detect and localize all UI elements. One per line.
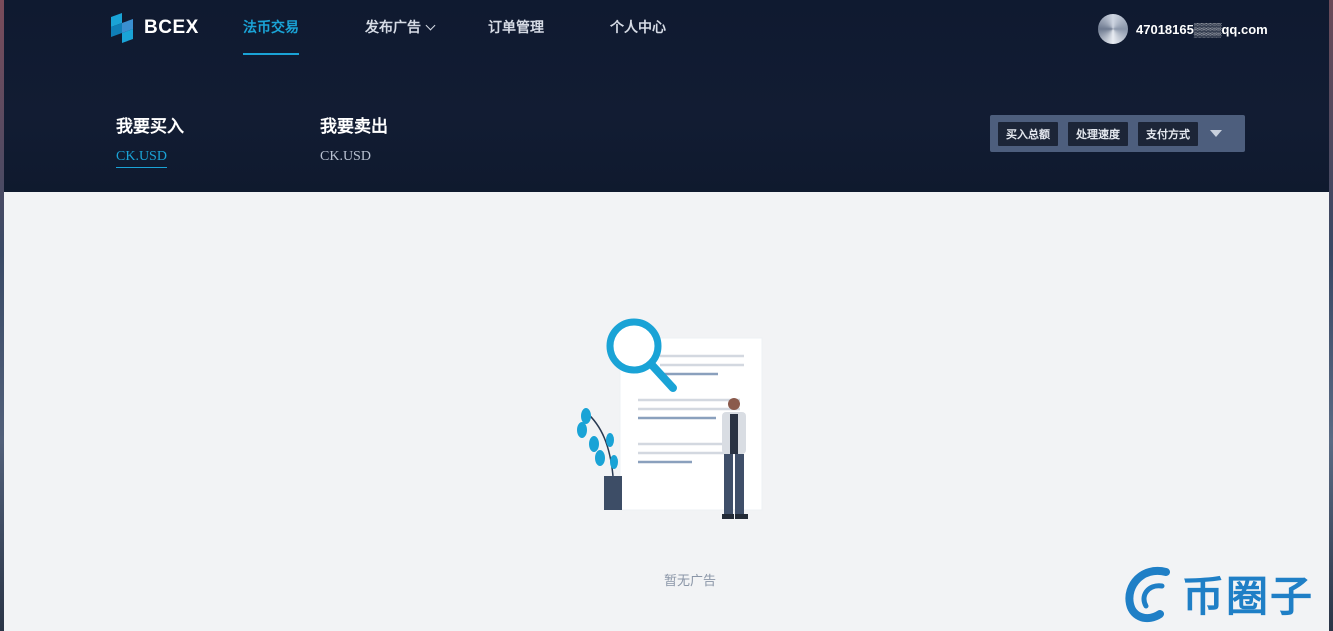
nav-item-post-ad-label: 发布广告 <box>365 19 421 35</box>
filter-bar: 买入总额 处理速度 支付方式 <box>990 115 1245 152</box>
top-nav: BCEX 法币交易 发布广告 订单管理 个人中心 47018165▒▒▒qq.c… <box>4 0 1329 56</box>
filter-processing-speed[interactable]: 处理速度 <box>1068 121 1128 146</box>
brand-logo[interactable]: BCEX <box>108 13 199 43</box>
watermark-text: 币圈子 <box>1182 572 1315 620</box>
nav-item-fiat-trade[interactable]: 法币交易 <box>243 17 299 37</box>
desktop-edge-right <box>1329 0 1333 631</box>
watermark-logo-icon <box>1125 566 1170 623</box>
nav-item-orders[interactable]: 订单管理 <box>488 17 544 37</box>
tab-buy[interactable]: 我要买入 CK.USD <box>116 112 184 168</box>
chevron-down-icon <box>425 20 436 31</box>
nav-item-post-ad[interactable]: 发布广告 <box>365 17 436 37</box>
user-menu[interactable]: 47018165▒▒▒qq.com <box>1098 14 1268 44</box>
tab-buy-title: 我要买入 <box>116 117 184 136</box>
app-window: BCEX 法币交易 发布广告 订单管理 个人中心 47018165▒▒▒qq.c… <box>4 0 1329 631</box>
watermark: 币圈子 <box>1122 562 1314 624</box>
search-document-illustration <box>577 318 763 519</box>
tab-sell[interactable]: 我要卖出 CK.USD <box>320 112 388 167</box>
filter-payment-method[interactable]: 支付方式 <box>1138 121 1198 146</box>
filter-buy-amount[interactable]: 买入总额 <box>998 121 1058 146</box>
bcex-logo-icon <box>111 13 133 43</box>
user-email: 47018165▒▒▒qq.com <box>1136 21 1268 37</box>
tab-sell-title: 我要卖出 <box>320 117 388 136</box>
avatar-icon <box>1098 14 1128 44</box>
brand-name: BCEX <box>144 17 199 38</box>
tab-sell-currency[interactable]: CK.USD <box>320 149 388 167</box>
header: BCEX 法币交易 发布广告 订单管理 个人中心 47018165▒▒▒qq.c… <box>4 0 1329 192</box>
nav-active-underline <box>243 53 299 55</box>
nav-item-profile[interactable]: 个人中心 <box>610 17 666 37</box>
caret-down-icon[interactable] <box>1210 130 1222 137</box>
tab-buy-currency[interactable]: CK.USD <box>116 149 167 168</box>
